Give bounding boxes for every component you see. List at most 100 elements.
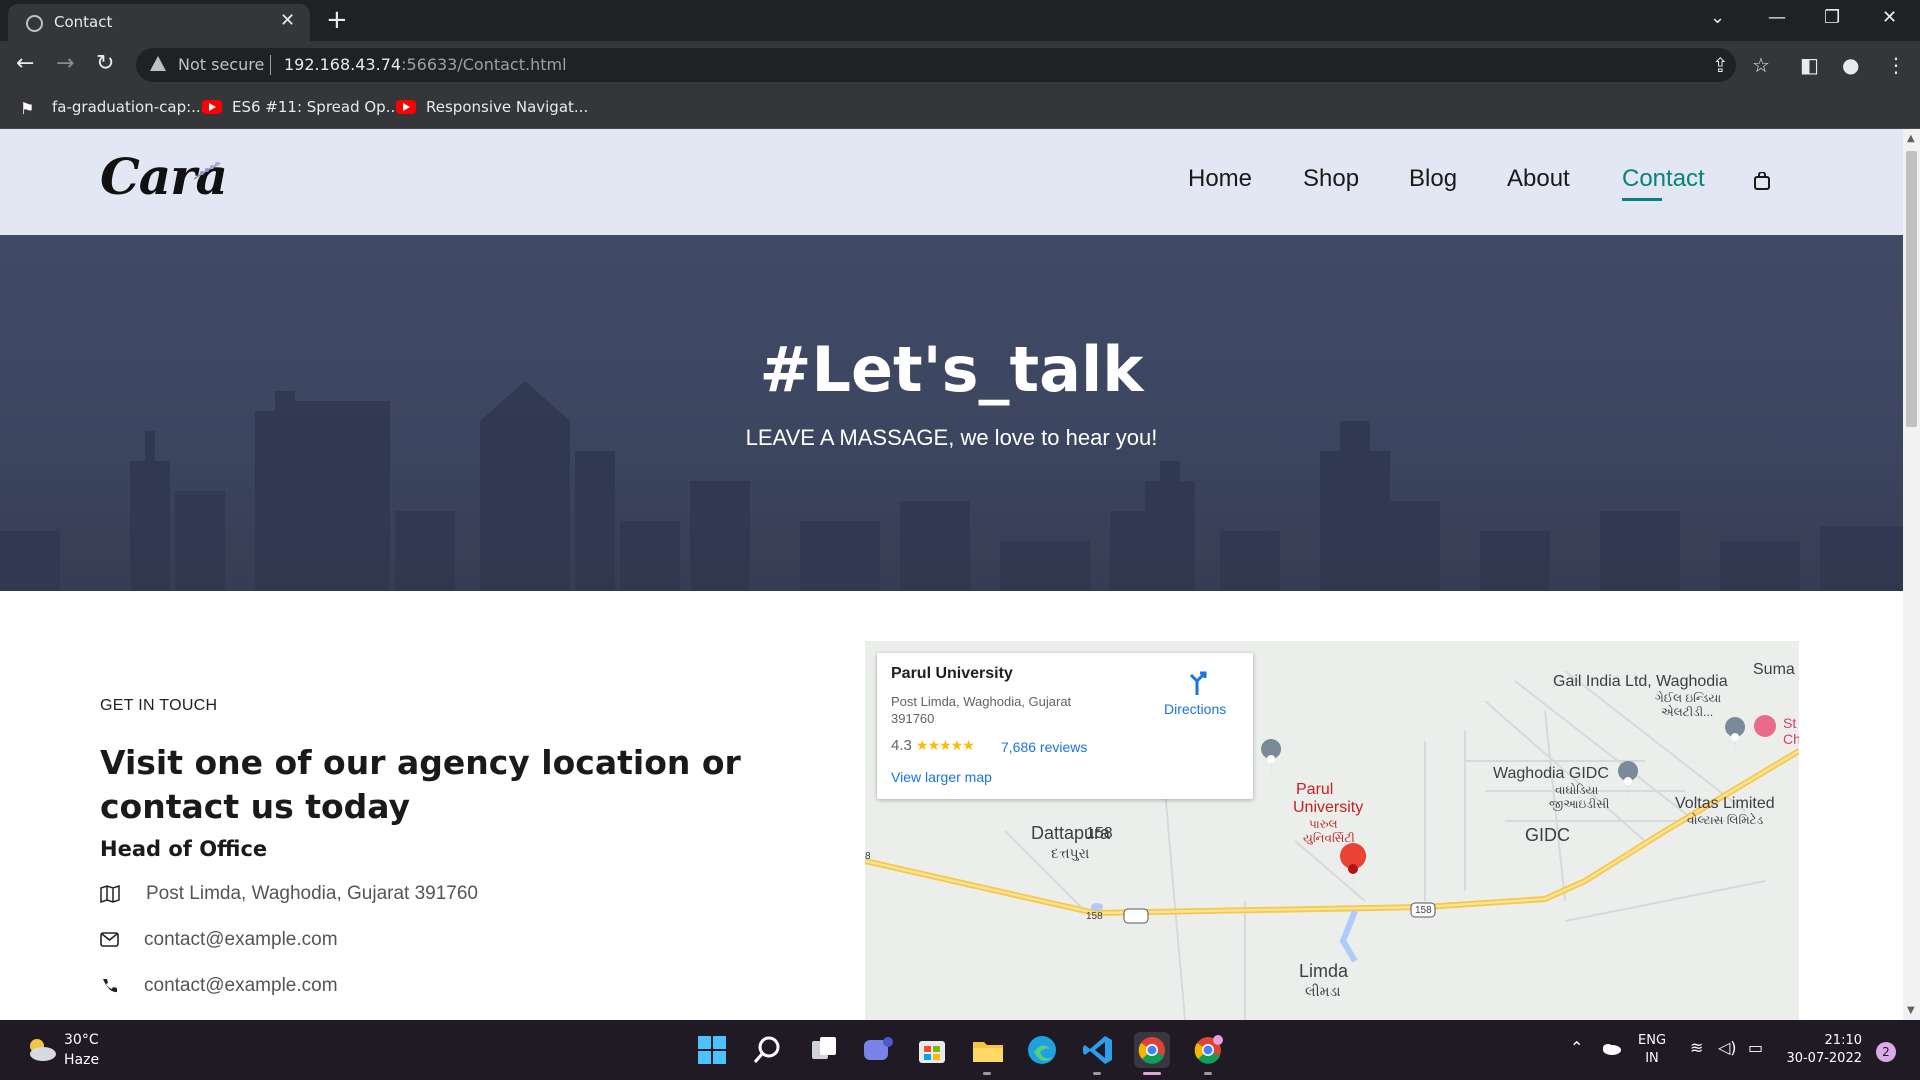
map-label-gidc-local: વાઘોડિયા — [1555, 783, 1599, 797]
clock-time: 21:10 — [1824, 1033, 1862, 1048]
side-panel-icon[interactable]: ◧ — [1800, 53, 1819, 77]
get-in-touch-label: GET IN TOUCH — [100, 697, 218, 714]
nav-shop[interactable]: Shop — [1303, 165, 1359, 193]
map-label-st: St — [1783, 715, 1797, 731]
map-label-parul-local: પારુલ — [1309, 817, 1338, 831]
weather-temperature[interactable]: 30°C — [64, 1032, 99, 1048]
shop-pin-icon[interactable] — [1754, 715, 1776, 737]
restore-button[interactable]: ❐ — [1824, 6, 1840, 30]
directions-icon[interactable] — [1185, 671, 1211, 697]
map-label-voltas: Voltas Limited — [1675, 795, 1775, 812]
address-text: Post Limda, Waghodia, Gujarat 391760 — [146, 883, 478, 904]
place-address: Post Limda, Waghodia, Gujarat 391760 — [891, 694, 1072, 726]
show-hidden-icons[interactable]: ⌃ — [1570, 1038, 1583, 1057]
hero-title: #Let's_talk — [759, 333, 1144, 406]
shopping-bag-icon[interactable] — [1753, 172, 1771, 190]
map-label-university: University — [1293, 799, 1364, 816]
reviews-link[interactable]: 7,686 reviews — [1001, 739, 1087, 755]
nav-contact[interactable]: Contact — [1622, 165, 1705, 193]
tab-contact[interactable]: Contact ✕ — [8, 4, 310, 41]
onedrive-icon[interactable] — [1600, 1040, 1622, 1056]
vscode-icon[interactable] — [1080, 1032, 1116, 1068]
nav-home[interactable]: Home — [1188, 165, 1252, 193]
scroll-down-icon[interactable]: ▼ — [1907, 1005, 1915, 1016]
wifi-icon[interactable]: ≋ — [1690, 1038, 1703, 1057]
bookmark-fa-graduation[interactable]: ⚑ fa-graduation-cap:... — [20, 98, 205, 118]
weather-description[interactable]: Haze — [64, 1052, 99, 1068]
minimize-button[interactable]: — — [1768, 6, 1786, 30]
map-label-limda: Limda — [1299, 961, 1349, 981]
tab-title: Contact — [54, 13, 113, 31]
active-nav-underline — [1622, 198, 1662, 201]
map-label-voltas-local: વોલ્ટાસ લિમિટેડ — [1687, 813, 1764, 827]
menu-icon[interactable]: ⋮ — [1886, 53, 1906, 77]
new-tab-button[interactable]: + — [326, 6, 348, 34]
phone-text[interactable]: contact@example.com — [144, 975, 338, 997]
back-icon[interactable]: ← — [16, 51, 34, 77]
nav-blog[interactable]: Blog — [1409, 165, 1457, 193]
page-viewport: Cara Home Shop Blog About Contact #Let's… — [0, 129, 1903, 1020]
browser-toolbar: ← → ↻ Not secure 192.168.43.74:56633/Con… — [0, 41, 1920, 89]
volume-icon[interactable]: ◁) — [1718, 1038, 1737, 1057]
nav-about[interactable]: About — [1507, 165, 1570, 193]
page-scrollbar[interactable]: ▲ ▼ — [1903, 129, 1920, 1020]
place-title: Parul University — [891, 665, 1013, 682]
warning-icon — [150, 56, 166, 71]
map-label-limda-local: લીમડા — [1305, 983, 1341, 999]
close-window-button[interactable]: ✕ — [1882, 6, 1897, 30]
flag-icon: ⚑ — [20, 99, 35, 118]
task-view-icon[interactable] — [806, 1032, 842, 1068]
start-icon[interactable] — [694, 1032, 730, 1068]
teams-chat-icon[interactable] — [860, 1032, 896, 1068]
email-text[interactable]: contact@example.com — [144, 929, 338, 951]
scroll-thumb[interactable] — [1906, 151, 1917, 427]
view-larger-map-link[interactable]: View larger map — [891, 769, 992, 785]
map-label-suma: Suma — [1753, 661, 1795, 678]
hero-banner: #Let's_talk LEAVE A MASSAGE, we love to … — [0, 235, 1903, 591]
close-tab-icon[interactable]: ✕ — [280, 10, 295, 32]
search-icon[interactable] — [750, 1032, 786, 1068]
file-explorer-icon[interactable] — [970, 1032, 1006, 1068]
url-path: :56633/Contact.html — [401, 55, 567, 74]
hero-subtitle: LEAVE A MASSAGE, we love to hear you! — [745, 425, 1158, 450]
chrome-profile-icon[interactable] — [1190, 1032, 1226, 1068]
running-indicator — [983, 1072, 991, 1075]
scroll-up-icon[interactable]: ▲ — [1907, 133, 1915, 144]
contact-heading: Visit one of our agency location or cont… — [100, 743, 741, 826]
map-label-dattapura: Dattapura — [1031, 823, 1111, 843]
address-bar[interactable]: Not secure 192.168.43.74:56633/Contact.h… — [136, 48, 1736, 82]
share-icon[interactable]: ⇪ — [1712, 53, 1729, 77]
tab-search-icon[interactable]: ⌄ — [1710, 6, 1725, 30]
place-info-card: Parul University Post Limda, Waghodia, G… — [877, 653, 1253, 799]
system-clock[interactable]: 21:10 30-07-2022 — [1786, 1032, 1862, 1068]
google-map-embed[interactable]: 158 158 158 8 Gail India Ltd, Waghodia ગ… — [865, 641, 1799, 1020]
profile-icon[interactable]: ● — [1842, 53, 1859, 77]
map-label-gail-local: ગેઈલ ઇન્ડિયા — [1655, 691, 1722, 705]
url-host: 192.168.43.74 — [284, 55, 402, 74]
active-indicator — [1143, 1072, 1161, 1075]
browser-tab-bar: Contact ✕ + ⌄ — ❐ ✕ — [0, 0, 1920, 41]
input-language[interactable]: ENG IN — [1638, 1032, 1666, 1068]
security-label[interactable]: Not secure — [178, 55, 264, 74]
map-icon — [100, 885, 120, 903]
forward-icon[interactable]: → — [56, 51, 74, 77]
bookmark-star-icon[interactable]: ☆ — [1752, 53, 1770, 77]
directions-link[interactable]: Directions — [1164, 701, 1226, 717]
edge-icon[interactable] — [1024, 1032, 1060, 1068]
bookmark-label: ES6 #11: Spread Op... — [232, 98, 401, 116]
region-code: IN — [1645, 1051, 1659, 1066]
reload-icon[interactable]: ↻ — [96, 51, 114, 77]
notification-badge[interactable]: 2 — [1876, 1042, 1896, 1062]
battery-icon[interactable]: ▭ — [1748, 1038, 1763, 1057]
globe-icon — [26, 15, 43, 32]
bookmark-responsive-nav[interactable]: Responsive Navigat... — [396, 98, 588, 116]
chrome-icon[interactable] — [1134, 1032, 1170, 1068]
language-code: ENG — [1638, 1033, 1667, 1048]
windows-taskbar: 30°C Haze ⌃ ENG IN ≋ ◁) ▭ 21:10 30-07-20… — [0, 1020, 1920, 1080]
url-text[interactable]: 192.168.43.74:56633/Contact.html — [284, 55, 567, 74]
weather-haze-icon[interactable] — [24, 1034, 58, 1064]
bookmark-label: Responsive Navigat... — [426, 98, 589, 116]
bookmark-es6-spread[interactable]: ES6 #11: Spread Op... — [202, 98, 400, 116]
store-icon[interactable] — [914, 1032, 950, 1068]
site-header: Cara Home Shop Blog About Contact — [0, 129, 1903, 235]
